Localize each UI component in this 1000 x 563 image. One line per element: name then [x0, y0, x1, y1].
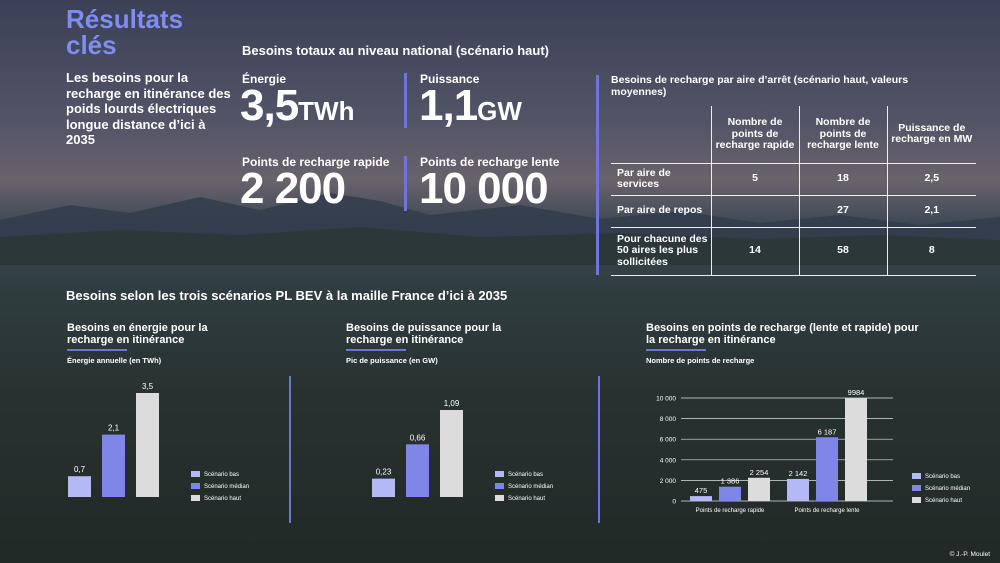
data-label: 6 187: [818, 427, 837, 436]
legend-swatch: [912, 473, 921, 479]
bar: [845, 398, 867, 501]
data-label: 1 386: [721, 477, 740, 486]
photo-credit: © J.-P. Moulet: [949, 551, 990, 558]
points-chart: 0 2 000 4 000 6 000 8 000 10 000 475 1 386 2 254…: [656, 388, 970, 514]
bar: [719, 486, 741, 501]
legend-label: Scénario médian: [925, 486, 970, 492]
legend-label: Scénario bas: [925, 474, 960, 480]
y-tick-label: 0: [672, 499, 676, 506]
y-tick-label: 2 000: [660, 478, 677, 485]
bar: [787, 478, 809, 501]
x-category-label: Points de recharge lente: [794, 508, 860, 514]
data-label: 9984: [848, 388, 865, 397]
legend-swatch: [912, 497, 921, 503]
y-tick-label: 6 000: [660, 437, 677, 444]
legend-label: Scénario haut: [925, 498, 962, 504]
y-tick-label: 8 000: [660, 416, 677, 423]
x-category-label: Points de recharge rapide: [696, 508, 765, 514]
data-label: 2 142: [789, 469, 808, 478]
bar: [748, 477, 770, 501]
y-tick-label: 4 000: [660, 457, 677, 464]
legend-swatch: [912, 485, 921, 491]
bar: [816, 437, 838, 501]
data-label: 475: [695, 486, 708, 495]
bar: [690, 496, 712, 501]
data-label: 2 254: [750, 468, 769, 477]
y-tick-label: 10 000: [656, 396, 676, 403]
